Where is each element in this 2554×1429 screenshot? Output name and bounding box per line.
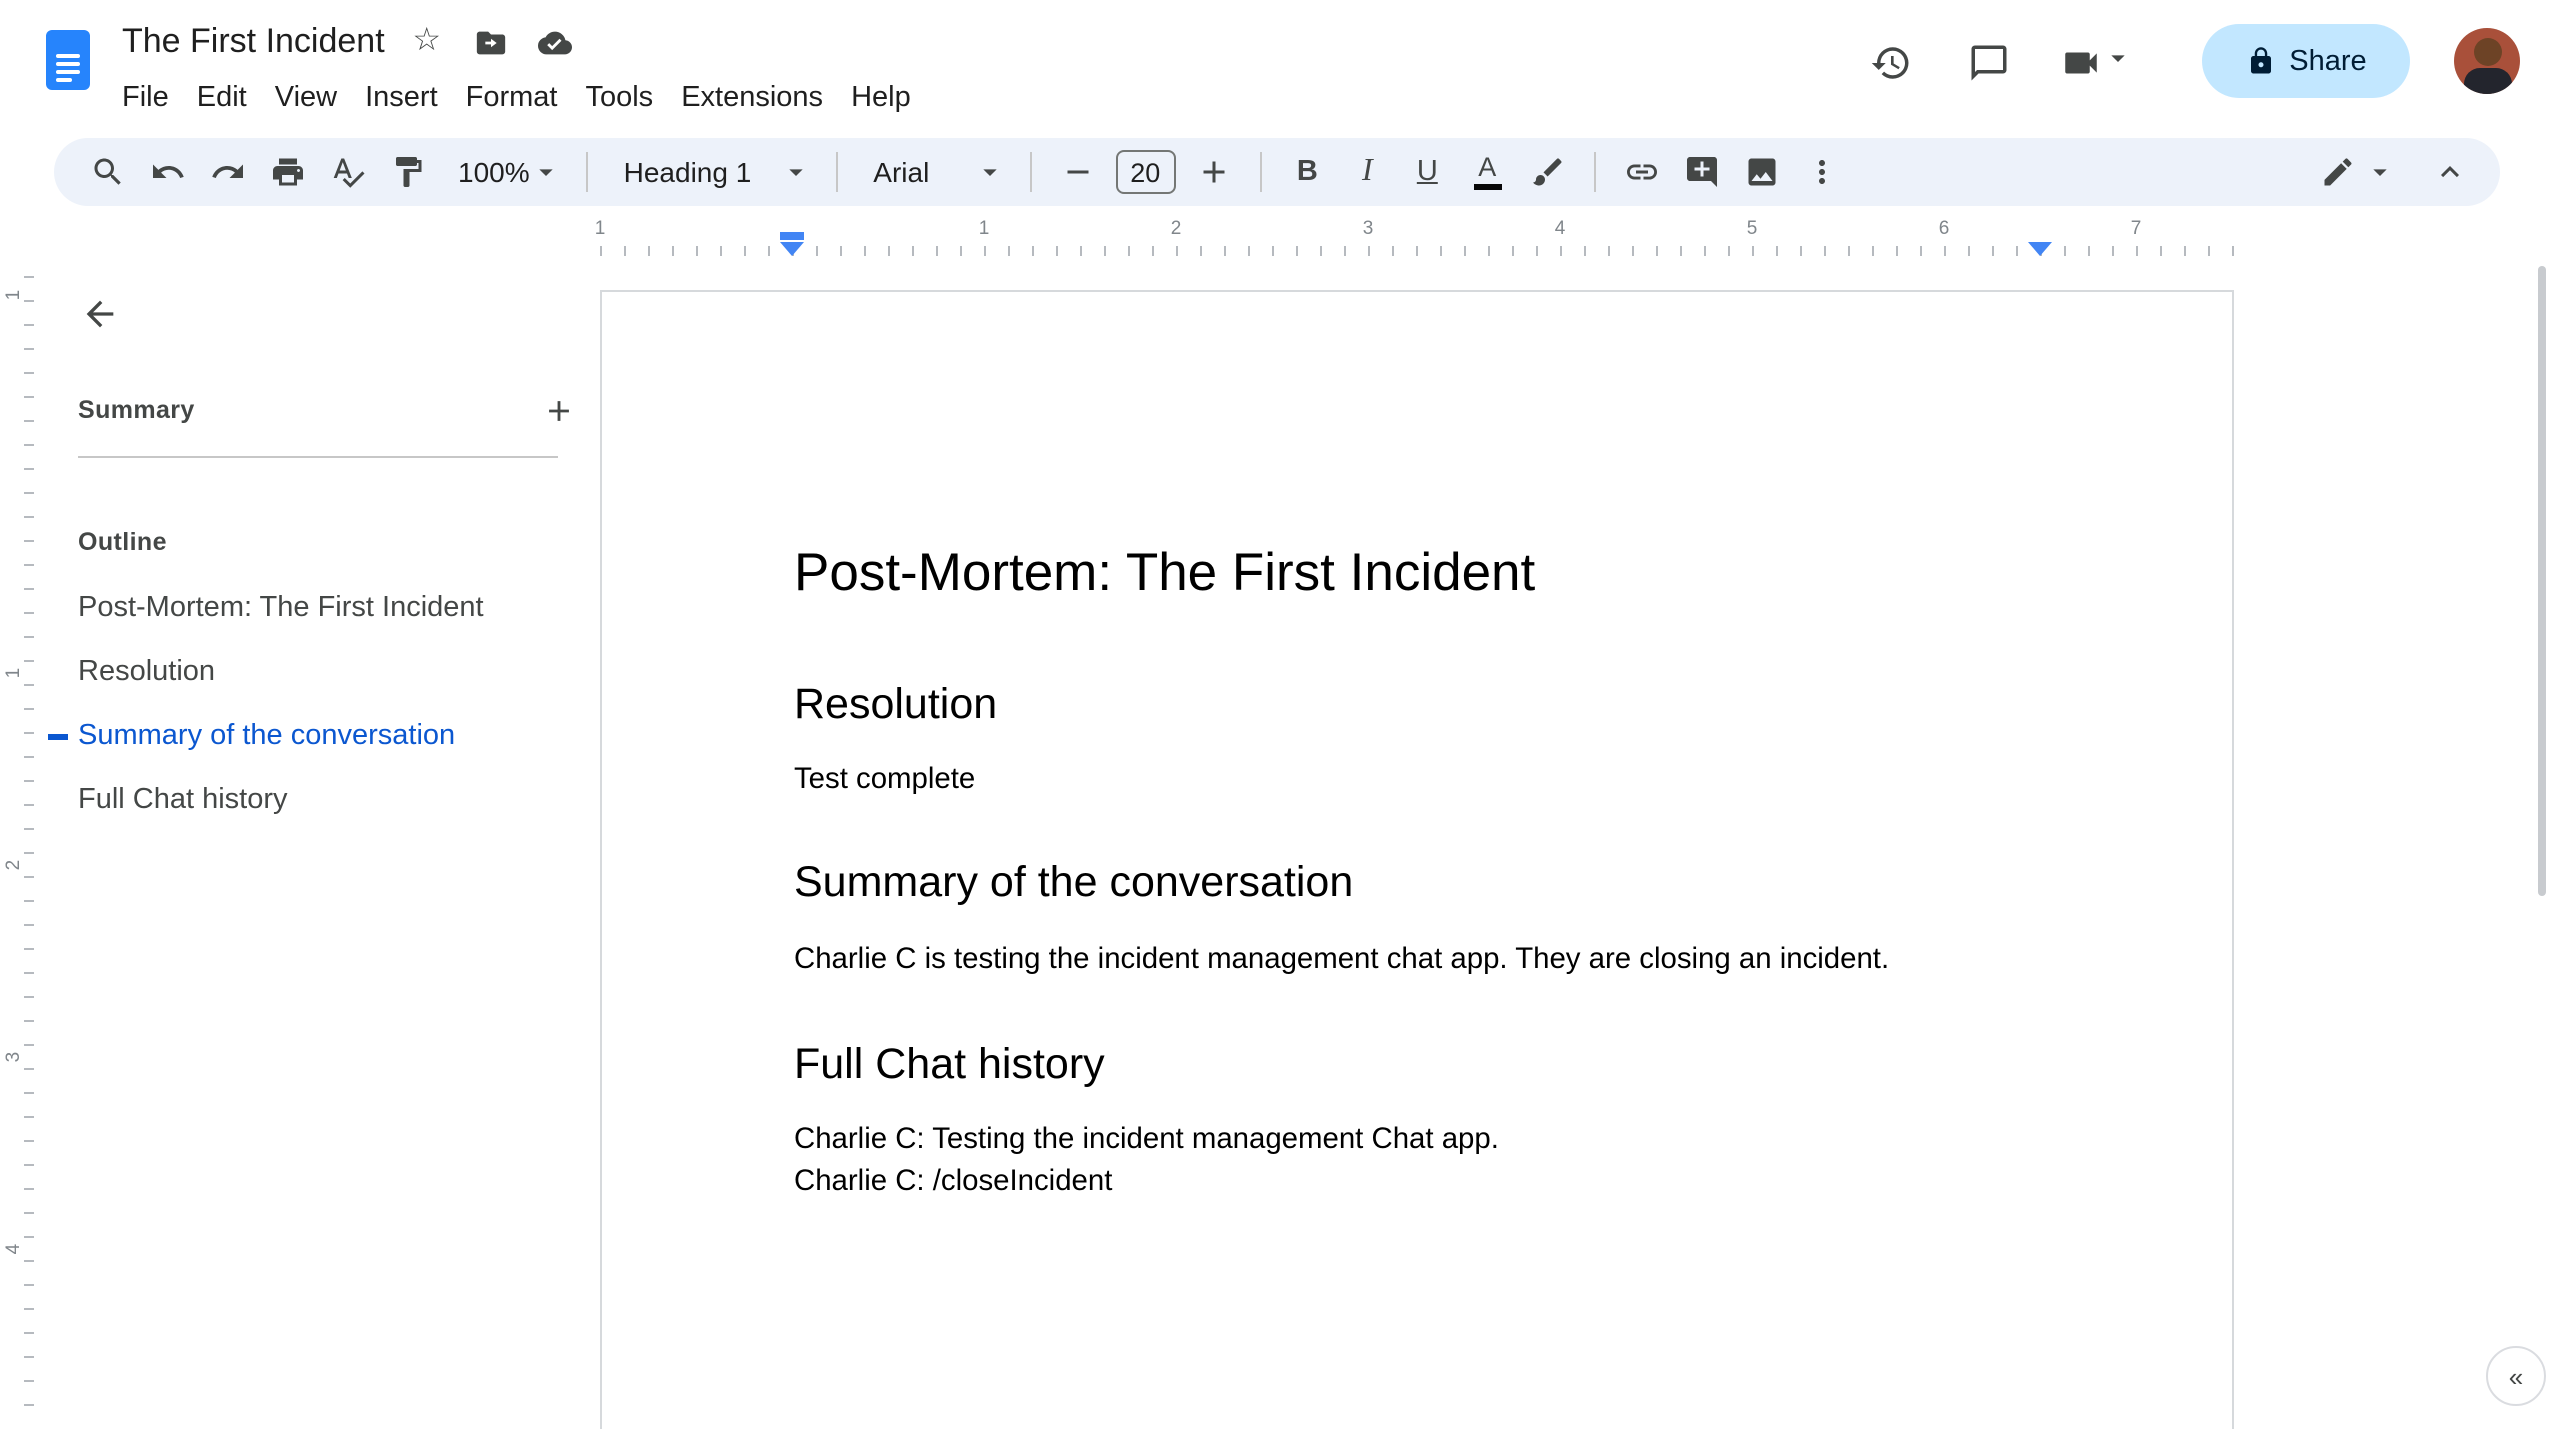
divider — [1259, 152, 1262, 192]
chevron-down-icon — [2373, 169, 2387, 176]
underline-button[interactable]: U — [1401, 146, 1453, 198]
share-button[interactable]: Share — [2202, 24, 2410, 98]
divider — [835, 152, 838, 192]
menu-help[interactable]: Help — [837, 76, 925, 120]
ruler-number: 1 — [978, 218, 990, 240]
menu-edit[interactable]: Edit — [183, 76, 261, 120]
divider — [585, 152, 588, 192]
ruler-number: 5 — [1746, 218, 1758, 240]
doc-heading-2[interactable]: Summary of the conversation — [794, 856, 2040, 910]
show-side-panel-button[interactable]: « — [2486, 1346, 2546, 1406]
undo-icon[interactable] — [142, 146, 194, 198]
docs-logo-icon[interactable] — [46, 30, 90, 90]
bold-button[interactable]: B — [1281, 146, 1333, 198]
menu-extensions[interactable]: Extensions — [667, 76, 837, 120]
menu-bar: File Edit View Insert Format Tools Exten… — [108, 76, 925, 120]
doc-paragraph[interactable]: Charlie C is testing the incident manage… — [794, 940, 2040, 982]
insert-image-icon[interactable] — [1735, 146, 1787, 198]
horizontal-ruler: 1 1 2 3 4 5 6 7 — [0, 212, 2554, 260]
ruler-number: 2 — [1170, 218, 1182, 240]
zoom-select[interactable]: 100% — [442, 146, 566, 198]
title-block: The First Incident ☆ File Edit View Inse… — [122, 16, 925, 120]
spellcheck-icon[interactable] — [322, 146, 374, 198]
font-family-select[interactable]: Arial — [857, 146, 1009, 198]
ruler-number: 7 — [2130, 218, 2142, 240]
toolbar-right — [2312, 146, 2500, 198]
menu-tools[interactable]: Tools — [571, 76, 667, 120]
editing-mode-select[interactable] — [2312, 146, 2396, 198]
doc-heading-2[interactable]: Full Chat history — [794, 1038, 2040, 1092]
left-indent-marker[interactable] — [780, 242, 804, 256]
toolbar-left: 100% Heading 1 Arial 20 B I U A — [54, 146, 1847, 198]
menu-file[interactable]: File — [108, 76, 183, 120]
share-label: Share — [2289, 45, 2367, 77]
move-to-folder-icon[interactable] — [469, 20, 513, 64]
increase-font-size-icon[interactable] — [1187, 146, 1239, 198]
ruler-ticks — [600, 246, 2234, 256]
menu-insert[interactable]: Insert — [351, 76, 452, 120]
divider — [1029, 152, 1032, 192]
chevron-down-icon — [982, 169, 996, 176]
more-options-icon[interactable] — [1795, 146, 1847, 198]
paint-format-icon[interactable] — [382, 146, 434, 198]
search-icon[interactable] — [82, 146, 134, 198]
doc-paragraph[interactable]: Charlie C: Testing the incident manageme… — [794, 1120, 2040, 1162]
ruler-number: 6 — [1938, 218, 1950, 240]
pencil-icon — [2312, 146, 2364, 198]
italic-button[interactable]: I — [1341, 146, 1393, 198]
cloud-saved-icon[interactable] — [533, 20, 577, 64]
right-indent-marker[interactable] — [2028, 242, 2052, 256]
divider — [1593, 152, 1596, 192]
doc-paragraph[interactable]: Test complete — [794, 760, 2040, 802]
document-title[interactable]: The First Incident — [122, 22, 385, 62]
chevrons-left-icon: « — [2508, 1361, 2524, 1391]
comments-icon[interactable] — [1956, 30, 2020, 94]
first-line-indent-marker[interactable] — [780, 232, 804, 240]
font-size-input[interactable]: 20 — [1115, 150, 1176, 194]
meet-call-button[interactable] — [2048, 30, 2144, 94]
app-header: The First Incident ☆ File Edit View Inse… — [0, 0, 2554, 132]
doc-heading-2[interactable]: Resolution — [794, 678, 2040, 732]
ruler-number: 3 — [1362, 218, 1374, 240]
document-canvas: Post-Mortem: The First Incident Resoluti… — [0, 256, 2554, 1429]
paragraph-style-select[interactable]: Heading 1 — [608, 146, 816, 198]
doc-paragraph[interactable]: Charlie C: /closeIncident — [794, 1162, 2040, 1204]
account-avatar[interactable] — [2454, 28, 2520, 94]
ruler-number: 4 — [1554, 218, 1566, 240]
google-docs-app: The First Incident ☆ File Edit View Inse… — [0, 0, 2554, 1429]
document-page[interactable]: Post-Mortem: The First Incident Resoluti… — [600, 290, 2234, 1429]
highlight-color-icon[interactable] — [1521, 146, 1573, 198]
star-icon[interactable]: ☆ — [405, 20, 449, 64]
chevron-down-icon — [788, 169, 802, 176]
vertical-scrollbar[interactable] — [2538, 266, 2546, 896]
lock-icon — [2250, 47, 2271, 74]
toolbar: 100% Heading 1 Arial 20 B I U A — [54, 138, 2500, 206]
add-comment-icon[interactable] — [1675, 146, 1727, 198]
chevron-down-icon[interactable] — [2101, 41, 2133, 83]
ruler-number: 1 — [594, 218, 606, 240]
text-color-button[interactable]: A — [1461, 146, 1513, 198]
menu-view[interactable]: View — [261, 76, 351, 120]
redo-icon[interactable] — [202, 146, 254, 198]
doc-heading-1[interactable]: Post-Mortem: The First Incident — [794, 540, 2040, 606]
hide-menus-icon[interactable] — [2424, 146, 2476, 198]
menu-format[interactable]: Format — [452, 76, 572, 120]
decrease-font-size-icon[interactable] — [1051, 146, 1103, 198]
insert-link-icon[interactable] — [1615, 146, 1667, 198]
print-icon[interactable] — [262, 146, 314, 198]
version-history-icon[interactable] — [1858, 30, 1922, 94]
chevron-down-icon — [538, 169, 553, 176]
